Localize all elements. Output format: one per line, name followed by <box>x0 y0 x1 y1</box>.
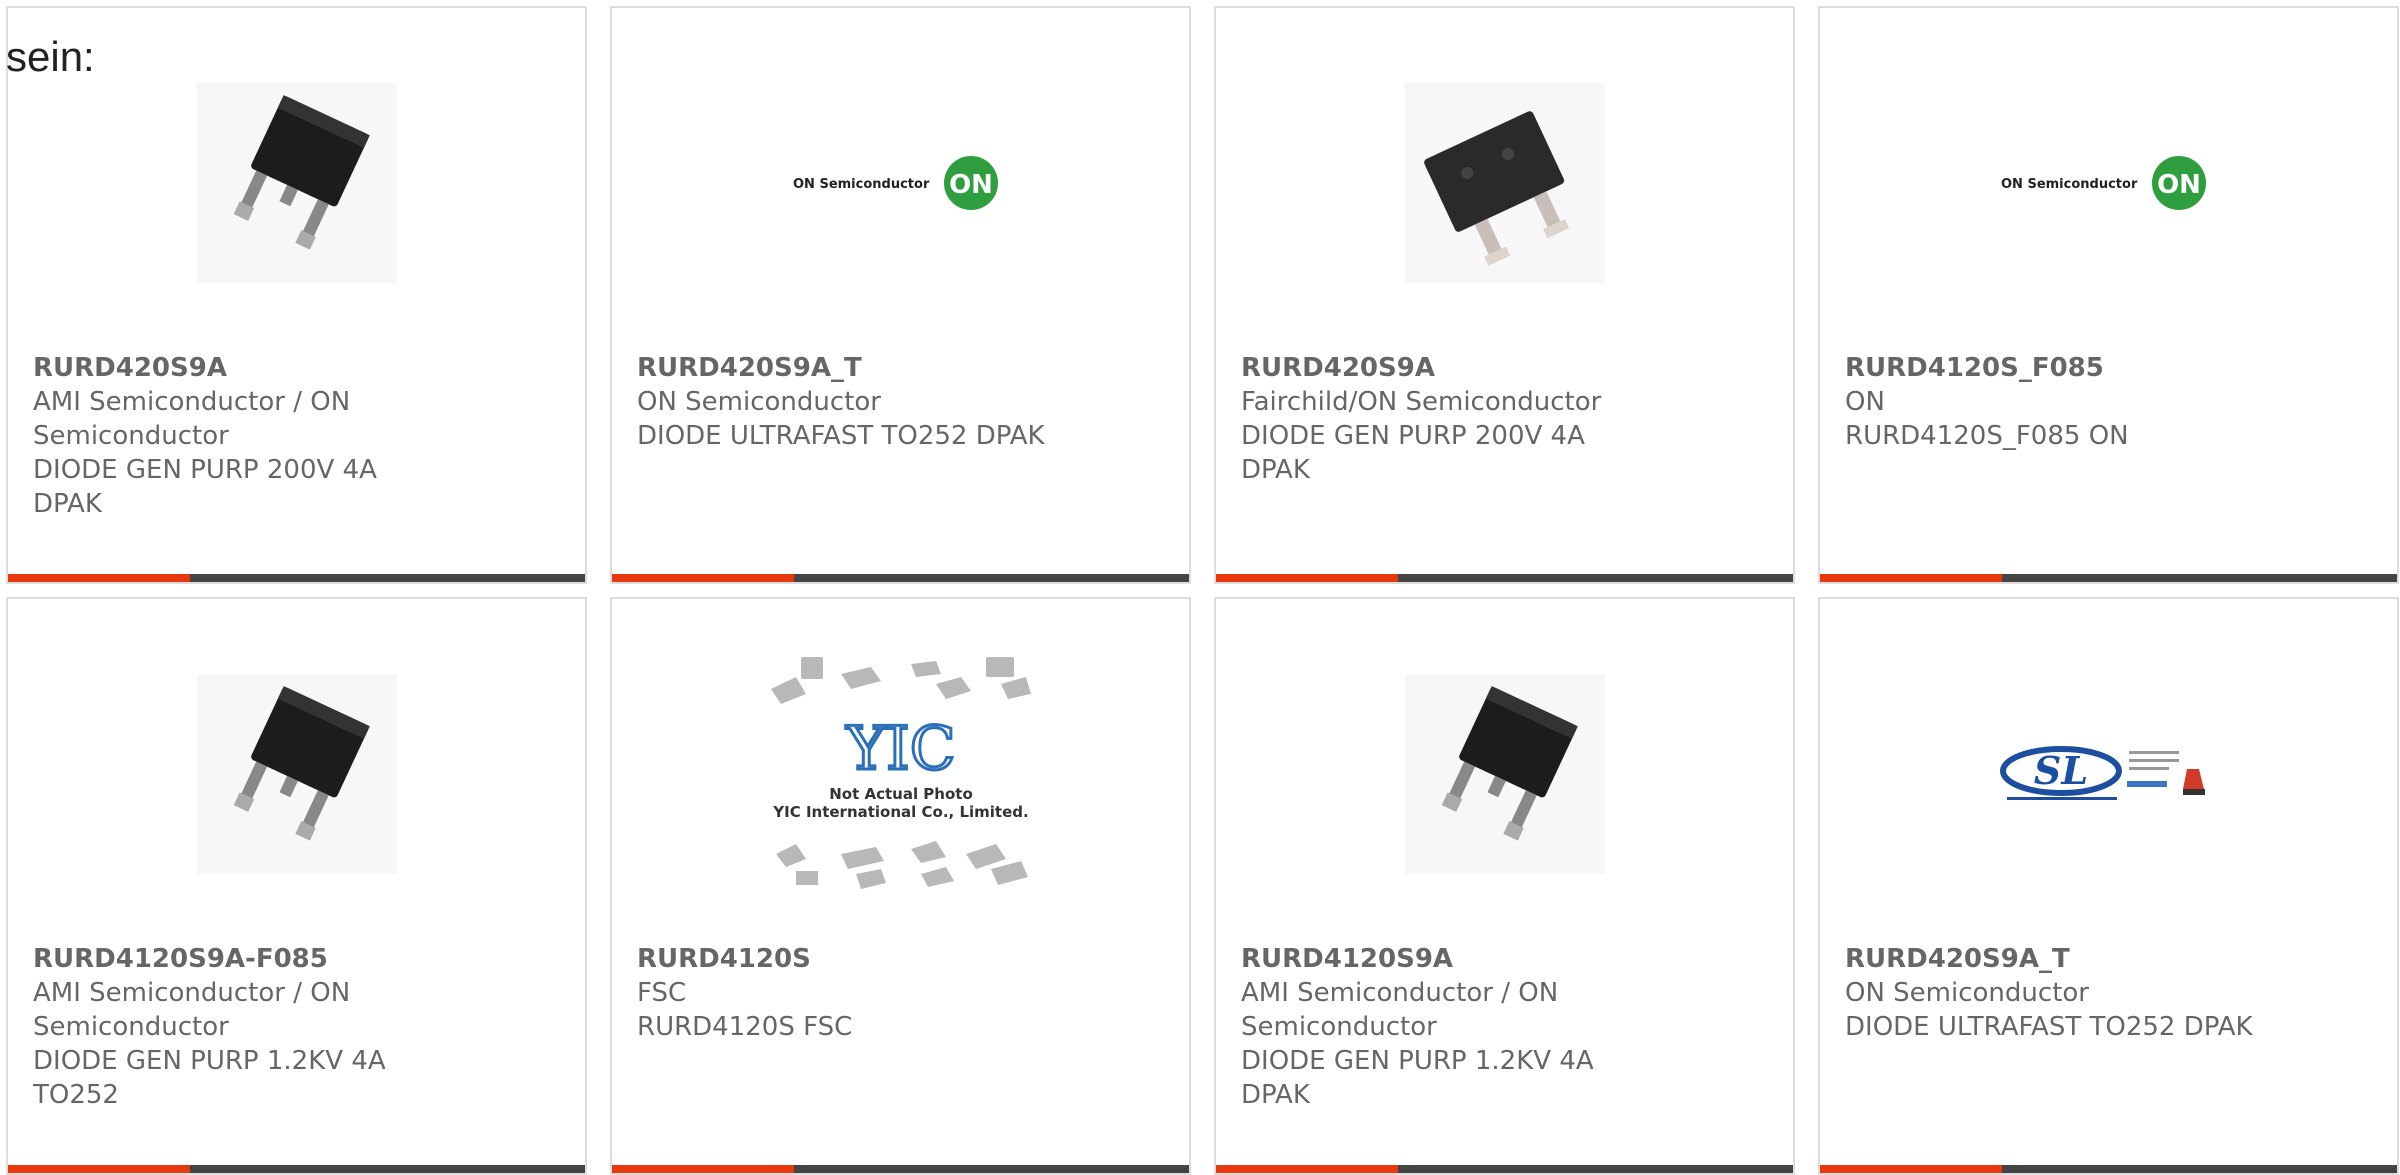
on-semiconductor-logo-icon: ON Semiconductor ON <box>793 156 998 210</box>
card-bottom-bar <box>1216 1165 1793 1173</box>
description: DIODE GEN PURP 1.2KV 4A TO252 <box>33 1046 386 1110</box>
card-bar-accent <box>8 1165 190 1173</box>
manufacturer: ON Semiconductor <box>637 387 881 417</box>
manufacturer: AMI Semiconductor / ON Semiconductor <box>33 978 351 1042</box>
placeholder-line2: YIC International Co., Limited. <box>772 803 1028 821</box>
dpak-package-icon <box>196 83 397 283</box>
yic-placeholder-icon: YIC Not Actual Photo YIC International C… <box>770 657 1031 889</box>
manufacturer: ON Semiconductor <box>1845 978 2089 1008</box>
product-image[interactable]: YIC Not Actual Photo YIC International C… <box>612 657 1189 889</box>
card-bar-accent <box>8 574 190 582</box>
part-number[interactable]: RURD420S9A <box>1241 351 1661 385</box>
placeholder-line1: Not Actual Photo <box>829 785 973 803</box>
logo-badge: ON <box>2157 170 2201 200</box>
description: DIODE GEN PURP 200V 4A DPAK <box>33 455 377 519</box>
product-image[interactable] <box>1216 78 1793 288</box>
product-image[interactable]: ON Semiconductor ON <box>1820 78 2397 288</box>
part-number[interactable]: RURD4120S <box>637 942 1057 976</box>
description: DIODE ULTRAFAST TO252 DPAK <box>637 421 1045 451</box>
part-number[interactable]: RURD4120S9A-F085 <box>33 942 453 976</box>
product-image[interactable] <box>1216 669 1793 879</box>
card-bar-accent <box>1820 574 2002 582</box>
description: RURD4120S_F085 ON <box>1845 421 2129 451</box>
card-bar-accent <box>612 1165 794 1173</box>
part-number[interactable]: RURD4120S_F085 <box>1845 351 2265 385</box>
logo-text: SL <box>2033 748 2087 793</box>
card-bottom-bar <box>612 1165 1189 1173</box>
manufacturer: AMI Semiconductor / ON Semiconductor <box>1241 978 1559 1042</box>
product-card[interactable]: ON Semiconductor ON RURD420S9A_T ON Semi… <box>610 6 1191 584</box>
part-number[interactable]: RURD4120S9A <box>1241 942 1661 976</box>
product-card[interactable]: RURD4120S9A-F085 AMI Semiconductor / ON … <box>6 597 587 1175</box>
product-image[interactable] <box>8 669 585 879</box>
manufacturer: AMI Semiconductor / ON Semiconductor <box>33 387 351 451</box>
product-card[interactable]: RURD4120S9A AMI Semiconductor / ON Semic… <box>1214 597 1795 1175</box>
product-card[interactable]: ON Semiconductor ON RURD4120S_F085 ON RU… <box>1818 6 2399 584</box>
logo-text: ON Semiconductor <box>793 177 930 192</box>
card-bottom-bar <box>8 574 585 582</box>
product-image[interactable] <box>8 78 585 288</box>
description: DIODE GEN PURP 1.2KV 4A DPAK <box>1241 1046 1594 1110</box>
description: DIODE GEN PURP 200V 4A DPAK <box>1241 421 1585 485</box>
card-bar-accent <box>1216 574 1398 582</box>
card-bottom-bar <box>1820 1165 2397 1173</box>
product-card[interactable]: SL RURD420S9A_T ON Semiconductor DIODE U… <box>1818 597 2399 1175</box>
manufacturer: Fairchild/ON Semiconductor <box>1241 387 1602 417</box>
description: RURD4120S FSC <box>637 1012 853 1042</box>
card-bar-accent <box>612 574 794 582</box>
part-number[interactable]: RURD420S9A_T <box>1845 942 2265 976</box>
product-card[interactable]: RURD420S9A Fairchild/ON Semiconductor DI… <box>1214 6 1795 584</box>
part-number[interactable]: RURD420S9A_T <box>637 351 1057 385</box>
manufacturer: ON <box>1845 387 1885 417</box>
card-bottom-bar <box>1216 574 1793 582</box>
card-bottom-bar <box>1820 574 2397 582</box>
part-number[interactable]: RURD420S9A <box>33 351 453 385</box>
product-image[interactable]: SL <box>1820 669 2397 879</box>
sl-power-electronics-logo-icon: SL <box>1999 746 2205 800</box>
on-semiconductor-logo-icon: ON Semiconductor ON <box>2001 156 2206 210</box>
product-card[interactable]: YIC Not Actual Photo YIC International C… <box>610 597 1191 1175</box>
logo-text: ON Semiconductor <box>2001 177 2138 192</box>
card-bottom-bar <box>612 574 1189 582</box>
dpak-package-icon <box>196 674 397 874</box>
description: DIODE ULTRAFAST TO252 DPAK <box>1845 1012 2253 1042</box>
dpak-package-icon <box>1404 674 1605 874</box>
dpak-package-angled-icon <box>1404 83 1605 283</box>
product-card[interactable]: RURD420S9A AMI Semiconductor / ON Semico… <box>6 6 587 584</box>
page-heading-fragment: sein: <box>6 33 95 80</box>
product-image[interactable]: ON Semiconductor ON <box>612 78 1189 288</box>
card-bottom-bar <box>8 1165 585 1173</box>
card-bar-accent <box>1216 1165 1398 1173</box>
manufacturer: FSC <box>637 978 687 1008</box>
placeholder-logo: YIC <box>845 714 955 784</box>
card-bar-accent <box>1820 1165 2002 1173</box>
logo-badge: ON <box>949 170 993 200</box>
product-grid: RURD420S9A AMI Semiconductor / ON Semico… <box>6 6 2399 1175</box>
